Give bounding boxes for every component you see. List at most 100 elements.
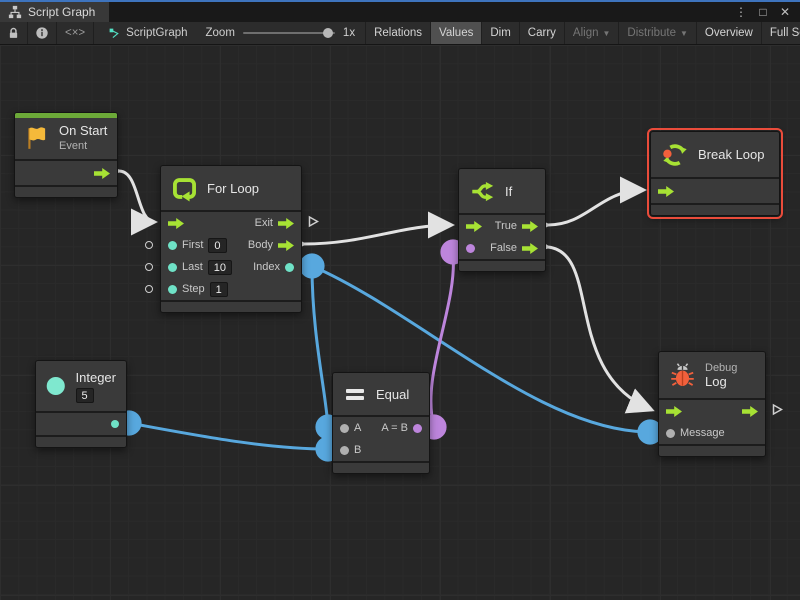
port-label: Exit — [255, 217, 273, 229]
graph-breadcrumb[interactable]: ScriptGraph — [94, 22, 197, 44]
row-flow — [659, 400, 765, 422]
node-equal[interactable]: Equal A A = B B — [332, 372, 430, 474]
overview-button[interactable]: Overview — [697, 22, 762, 44]
maximize-icon[interactable]: □ — [754, 3, 772, 21]
unconnected-last-marker — [145, 263, 153, 271]
lock-button[interactable] — [0, 22, 28, 44]
unconnected-output-marker — [772, 404, 783, 419]
port-index-output[interactable]: Index — [253, 261, 294, 273]
node-footer — [161, 302, 301, 312]
distribute-dropdown[interactable]: Distribute ▼ — [619, 22, 697, 44]
port-flow-output[interactable] — [94, 168, 110, 179]
flag-icon — [24, 125, 50, 151]
node-footer — [333, 463, 429, 473]
chevron-down-icon: ▼ — [603, 29, 611, 38]
row-step: Step 1 — [161, 278, 301, 300]
node-category: Debug — [705, 362, 737, 374]
graph-name-label: ScriptGraph — [126, 27, 187, 39]
node-debug-log[interactable]: Debug Log Message — [658, 351, 766, 457]
zoom-slider-handle[interactable] — [323, 28, 333, 38]
first-value-field[interactable]: 0 — [208, 238, 226, 253]
node-integer[interactable]: Integer 5 — [35, 360, 127, 448]
port-flow-input[interactable] — [658, 186, 674, 197]
node-on-start[interactable]: On Start Event — [14, 112, 118, 198]
wire-index-to-equal-a[interactable] — [312, 266, 328, 427]
integer-icon — [46, 372, 66, 400]
zoom-value: 1x — [343, 27, 355, 39]
dim-button[interactable]: Dim — [482, 22, 519, 44]
equal-icon — [343, 382, 367, 406]
window-menu-icon[interactable]: ⋮ — [732, 3, 750, 21]
port-label: B — [354, 444, 361, 456]
port-label: Last — [182, 261, 203, 273]
zoom-control: Zoom 1x — [198, 22, 367, 44]
port-false-output[interactable]: False — [490, 242, 538, 254]
node-title: Integer — [76, 370, 116, 385]
node-title: For Loop — [207, 181, 259, 196]
row-enter — [651, 179, 779, 203]
row-first-body: First 0 Body — [161, 234, 301, 256]
port-label: Index — [253, 261, 280, 273]
wire-equal-to-if-condition[interactable] — [431, 252, 454, 427]
last-value-field[interactable]: 10 — [208, 260, 232, 275]
port-true-output[interactable]: True — [495, 220, 538, 232]
node-if[interactable]: If True False — [458, 168, 546, 272]
port-flow-input[interactable] — [666, 406, 682, 417]
port-body-output[interactable]: Body — [248, 239, 294, 251]
port-label: First — [182, 239, 203, 251]
node-title: Equal — [376, 387, 409, 402]
port-a-input[interactable] — [340, 424, 349, 433]
port-b-input[interactable] — [340, 446, 349, 455]
port-message-input[interactable] — [666, 429, 675, 438]
align-label: Align — [573, 27, 599, 39]
port-flow-input[interactable] — [466, 221, 482, 232]
node-footer — [651, 205, 779, 215]
zoom-slider[interactable] — [243, 32, 335, 34]
values-button[interactable]: Values — [431, 22, 482, 44]
fullscreen-button[interactable]: Full Screen — [762, 22, 800, 44]
port-exit-output[interactable]: Exit — [255, 217, 294, 229]
node-for-loop[interactable]: For Loop Exit First 0 — [160, 165, 302, 313]
row-b: B — [333, 439, 429, 461]
node-title: Break Loop — [698, 147, 765, 162]
wire-integer-to-equal-b[interactable] — [129, 423, 328, 449]
wire-body-to-if[interactable] — [304, 225, 452, 244]
port-label: Step — [182, 283, 205, 295]
integer-output-dot — [111, 420, 119, 428]
port-value-output[interactable] — [111, 420, 119, 428]
lock-icon — [7, 26, 20, 40]
port-condition-input[interactable] — [466, 244, 475, 253]
step-value-field[interactable]: 1 — [210, 282, 228, 297]
graph-canvas[interactable]: On Start Event For Loop — [0, 45, 800, 600]
tab-script-graph[interactable]: Script Graph — [0, 2, 109, 22]
wire-onstart-to-forloop[interactable] — [119, 171, 155, 222]
integer-value-field[interactable]: 5 — [76, 388, 94, 403]
wire-false-to-debuglog[interactable] — [548, 247, 652, 410]
port-last-input[interactable] — [168, 263, 177, 272]
relations-button[interactable]: Relations — [366, 22, 431, 44]
flow-arrow-icon — [666, 406, 682, 417]
code-preview-button[interactable]: <×> — [57, 22, 94, 44]
distribute-label: Distribute — [627, 27, 676, 39]
unconnected-first-marker — [145, 241, 153, 249]
row-last-index: Last 10 Index — [161, 256, 301, 278]
wire-true-to-breakloop[interactable] — [548, 190, 644, 225]
close-icon[interactable]: ✕ — [776, 3, 794, 21]
carry-button[interactable]: Carry — [520, 22, 565, 44]
port-step-input[interactable] — [168, 285, 177, 294]
if-branch-icon — [469, 178, 496, 205]
port-flow-output[interactable] — [742, 406, 758, 417]
info-button[interactable] — [28, 22, 57, 44]
row-false: False — [459, 237, 545, 259]
flow-arrow-icon — [278, 218, 294, 229]
port-first-input[interactable] — [168, 241, 177, 250]
port-result-output[interactable]: A = B — [381, 422, 422, 434]
flow-arrow-icon — [466, 221, 482, 232]
flow-arrow-icon — [522, 243, 538, 254]
align-dropdown[interactable]: Align ▼ — [565, 22, 620, 44]
node-break-loop[interactable]: Break Loop — [650, 131, 780, 216]
unconnected-step-marker — [145, 285, 153, 293]
port-flow-input[interactable] — [168, 218, 184, 229]
zoom-label: Zoom — [206, 27, 235, 39]
title-bar: Script Graph ⋮ □ ✕ — [0, 0, 800, 22]
